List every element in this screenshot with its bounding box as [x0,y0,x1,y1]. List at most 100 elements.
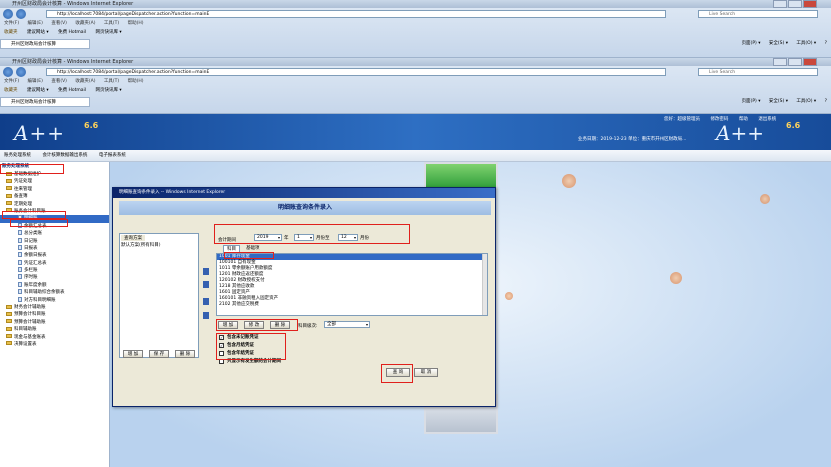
fav-item-hotmail[interactable]: 免费 Hotmail [58,30,86,35]
sidebar-item[interactable]: 预算会计科目账 [0,311,109,318]
sidebar-item[interactable]: 凭证处理 [0,178,109,185]
sidebar-item-label: 决算设置表 [14,341,37,347]
sidebar-item[interactable]: 凭证汇总表 [0,259,109,267]
safety-menu[interactable]: 安全(S) ▾ [769,41,788,46]
tab-base-item[interactable]: 基础项 [246,245,260,251]
minimize-button[interactable] [773,0,787,8]
sidebar-item[interactable]: 备查簿 [0,193,109,200]
sidebar-item[interactable]: 往来管理 [0,186,109,193]
menu-tools[interactable]: 工具(T) [104,21,119,26]
move-up-icon[interactable] [203,281,209,288]
address-row-2: http://localhost:7084/portal/pageDispatc… [0,66,831,78]
help-icon[interactable]: ? [825,41,827,46]
highlight-buttons [216,319,298,331]
sidebar-item[interactable]: 余额日报表 [0,252,109,259]
forward-icon[interactable] [16,9,26,19]
sidebar-item[interactable]: 科目辅助综合余额表 [0,289,109,296]
sidebar-item[interactable]: 现金与基金账表 [0,334,109,341]
list-scrollbar[interactable] [482,254,487,315]
page-menu[interactable]: 页面(P) ▾ [742,99,761,104]
live-search-input[interactable]: Live Search [698,10,818,18]
decor-balloon [760,194,770,204]
sidebar-item-label: 日记账 [24,238,38,244]
account-list[interactable]: 1001 库存现金 100101 自有现金 1011 零余额账户用款额度 1201 财… [216,253,488,316]
document-icon [18,244,22,250]
sidebar-item[interactable]: 总分类账 [0,230,109,237]
system-ledger[interactable]: 账务处理系统 [4,153,31,158]
move-down-icon[interactable] [203,298,209,305]
address-input[interactable]: http://localhost:7084/portal/pageDispatc… [46,10,666,18]
back-icon[interactable] [3,67,13,77]
system-output[interactable]: 会计核算数据输出系统 [42,153,87,158]
sidebar-item[interactable]: 预算会计辅助账 [0,319,109,326]
move-bottom-icon[interactable] [203,312,209,319]
scheme-delete-button[interactable]: 删 除 [175,350,195,358]
maximize-button-2[interactable] [788,58,802,66]
menu-help[interactable]: 帮助(H) [128,21,144,26]
highlight-account-book [2,211,66,219]
close-button[interactable] [803,0,817,8]
scheme-tab[interactable]: 查询方案 [121,235,145,241]
sidebar-item[interactable]: 财务会计辅助账 [0,304,109,311]
ie-window-top: 开州区财政局会计核算 - Windows Internet Explorer h… [0,0,831,58]
list-item[interactable]: 2102 其他应交税费 [217,302,487,308]
sidebar-item[interactable]: 多栏账 [0,267,109,274]
change-password-link[interactable]: 修改密码 [710,117,728,122]
help-icon[interactable]: ? [825,99,827,104]
sidebar-item[interactable]: 日报表 [0,244,109,252]
system-report[interactable]: 电子报表系统 [99,153,126,158]
sidebar-item[interactable]: 账年度余额 [0,281,109,289]
live-search-input-2[interactable]: Live Search [698,68,818,76]
menu-view[interactable]: 查看(V) [51,21,67,26]
move-top-icon[interactable] [203,268,209,275]
favorites-button[interactable]: 收藏夹 [4,30,18,35]
menu-file[interactable]: 文件(F) [4,79,19,84]
scheme-save-button[interactable]: 保 存 [149,350,169,358]
sidebar-item[interactable]: 决算设置表 [0,341,109,348]
sidebar-item[interactable]: 对方科目明细账 [0,296,109,304]
sidebar-item-label: 现金与基金账表 [14,334,46,340]
cancel-button[interactable]: 取 消 [414,368,438,377]
menu-tools[interactable]: 工具(T) [104,79,119,84]
sidebar-item[interactable]: 序时账 [0,274,109,281]
fav-item-suggested[interactable]: 建议网站 ▾ [27,88,49,93]
command-bar-2: 页面(P) ▾ 安全(S) ▾ 工具(O) ▾ ? [735,97,827,106]
sidebar-item[interactable]: 科目辅助账 [0,326,109,333]
decor-balloon [670,272,682,284]
menu-favorites[interactable]: 收藏夹(A) [75,79,95,84]
fav-item-hotmail[interactable]: 免费 Hotmail [58,88,86,93]
tools-menu[interactable]: 工具(O) ▾ [796,41,816,46]
scheme-item[interactable]: 默认方案(所有科目) [121,243,183,249]
folder-icon [6,326,12,331]
safety-menu[interactable]: 安全(S) ▾ [769,99,788,104]
forward-icon[interactable] [16,67,26,77]
menu-view[interactable]: 查看(V) [51,79,67,84]
tools-menu[interactable]: 工具(O) ▾ [796,99,816,104]
address-input-2[interactable]: http://localhost:7084/portal/pageDispatc… [46,68,666,76]
highlight-query [381,364,413,383]
fav-item-webslice[interactable]: 网页快讯库 ▾ [96,88,122,93]
close-button-2[interactable] [803,58,817,66]
sidebar-item[interactable]: 定期处理 [0,201,109,208]
minimize-button-2[interactable] [773,58,787,66]
page-menu[interactable]: 页面(P) ▾ [742,41,761,46]
browser-tab[interactable]: 开州区财政局会计核算 [0,39,90,49]
sidebar-item[interactable]: 日记账 [0,237,109,245]
fav-item-webslice[interactable]: 网页快讯库 ▾ [96,30,122,35]
menu-favorites[interactable]: 收藏夹(A) [75,21,95,26]
maximize-button[interactable] [788,0,802,8]
app-banner: A++ 6.6 A++ 6.6 您好：超级管理员 修改密码 帮助 退出系统 业务… [0,114,831,150]
favorites-button[interactable]: 收藏夹 [4,88,18,93]
back-icon[interactable] [3,9,13,19]
fav-item-suggested[interactable]: 建议网站 ▾ [27,30,49,35]
browser-tab-2[interactable]: 开州区财政局会计核算 [0,97,90,107]
user-greeting: 您好：超级管理员 [664,117,700,122]
help-link[interactable]: 帮助 [739,117,748,122]
logout-link[interactable]: 退出系统 [758,117,776,122]
menu-edit[interactable]: 编辑(E) [28,21,43,26]
menu-help[interactable]: 帮助(H) [128,79,144,84]
menu-edit[interactable]: 编辑(E) [28,79,43,84]
level-select[interactable]: 全部 [324,321,370,328]
menu-file[interactable]: 文件(F) [4,21,19,26]
scheme-add-button[interactable]: 增 加 [123,350,143,358]
